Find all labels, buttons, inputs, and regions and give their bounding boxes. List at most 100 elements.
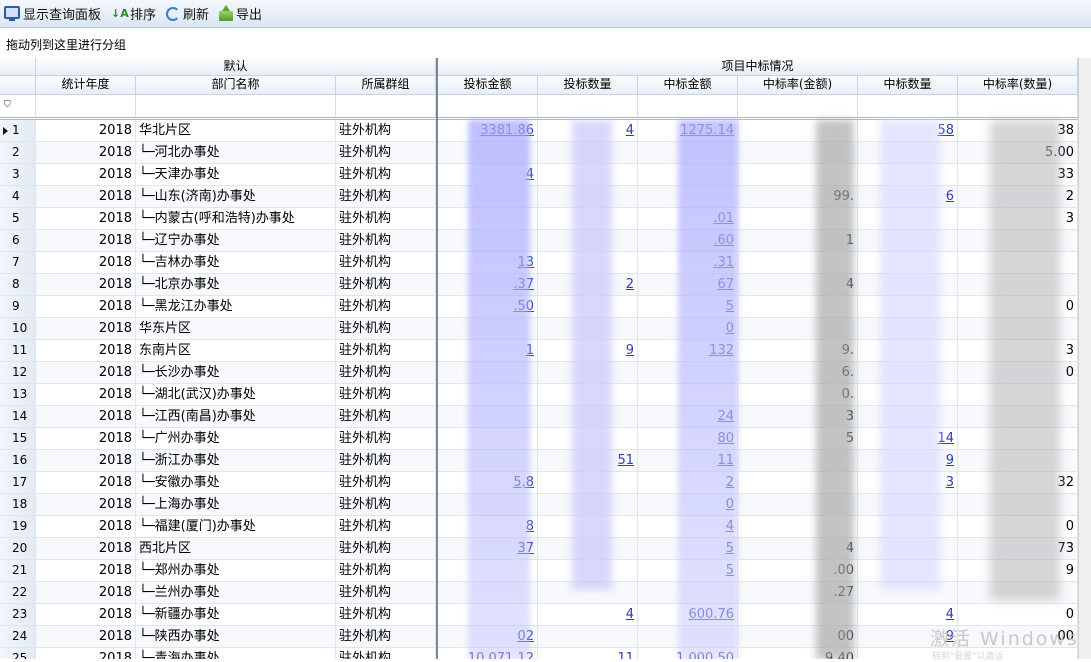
- cell-col-bid-amount[interactable]: [438, 230, 538, 251]
- table-row[interactable]: 19 2018 └─福建(厦门)办事处 驻外机构 8 4 0: [0, 516, 1078, 538]
- cell-col-bid-count[interactable]: 4: [538, 604, 638, 625]
- cell-col-bid-count[interactable]: [538, 208, 638, 229]
- row-number[interactable]: 1: [0, 120, 36, 141]
- cell-col-win-amount[interactable]: [638, 142, 738, 163]
- table-row[interactable]: 22 2018 └─兰州办事处 驻外机构 .27: [0, 582, 1078, 604]
- cell-col-win-amount[interactable]: [638, 164, 738, 185]
- row-number[interactable]: 25: [0, 648, 36, 659]
- cell-col-win-count[interactable]: [858, 538, 958, 559]
- cell-col-bid-amount[interactable]: 02: [438, 626, 538, 647]
- sort-button[interactable]: ↓A 排序: [107, 2, 162, 26]
- row-number[interactable]: 10: [0, 318, 36, 339]
- table-row[interactable]: 23 2018 └─新疆办事处 驻外机构 4 600.76 4 0: [0, 604, 1078, 626]
- cell-col-win-count[interactable]: 3: [858, 472, 958, 493]
- cell-col-win-amount[interactable]: .60: [638, 230, 738, 251]
- cell-col-win-amount[interactable]: 0: [638, 318, 738, 339]
- header-col-bid-count[interactable]: 投标数量: [538, 76, 638, 94]
- cell-col-bid-count[interactable]: 51: [538, 450, 638, 471]
- table-row[interactable]: 1 2018 华北片区 驻外机构 3381.86 4 1275.14 58 38: [0, 120, 1078, 142]
- table-row[interactable]: 12 2018 └─长沙办事处 驻外机构 6. 0: [0, 362, 1078, 384]
- cell-col-win-count[interactable]: [858, 164, 958, 185]
- cell-col-bid-count[interactable]: [538, 384, 638, 405]
- cell-col-win-count[interactable]: 4: [858, 604, 958, 625]
- filter-cell-col-dept[interactable]: [136, 95, 336, 117]
- cell-col-bid-count[interactable]: [538, 230, 638, 251]
- cell-col-bid-amount[interactable]: [438, 450, 538, 471]
- table-row[interactable]: 18 2018 └─上海办事处 驻外机构 0: [0, 494, 1078, 516]
- cell-col-win-amount[interactable]: 600.76: [638, 604, 738, 625]
- row-number[interactable]: 13: [0, 384, 36, 405]
- cell-col-bid-count[interactable]: 4: [538, 120, 638, 141]
- cell-col-bid-count[interactable]: [538, 428, 638, 449]
- cell-col-bid-count[interactable]: [538, 142, 638, 163]
- cell-col-bid-count[interactable]: [538, 516, 638, 537]
- header-col-win-rate-count[interactable]: 中标率(数量): [958, 76, 1078, 94]
- row-number[interactable]: 19: [0, 516, 36, 537]
- vertical-scrollbar[interactable]: [1078, 58, 1091, 659]
- row-number[interactable]: 11: [0, 340, 36, 361]
- cell-col-bid-amount[interactable]: 37: [438, 538, 538, 559]
- cell-col-win-count[interactable]: [858, 274, 958, 295]
- cell-col-win-amount[interactable]: 11: [638, 450, 738, 471]
- table-row[interactable]: 5 2018 └─内蒙古(呼和浩特)办事处 驻外机构 .01 3: [0, 208, 1078, 230]
- row-number[interactable]: 16: [0, 450, 36, 471]
- cell-col-win-count[interactable]: [858, 582, 958, 603]
- cell-col-bid-amount[interactable]: [438, 208, 538, 229]
- table-row[interactable]: 15 2018 └─广州办事处 驻外机构 80 5 14: [0, 428, 1078, 450]
- cell-col-bid-count[interactable]: [538, 296, 638, 317]
- cell-col-win-amount[interactable]: [638, 186, 738, 207]
- cell-col-bid-count[interactable]: [538, 560, 638, 581]
- cell-col-win-count[interactable]: [858, 362, 958, 383]
- cell-col-win-amount[interactable]: 67: [638, 274, 738, 295]
- row-number[interactable]: 14: [0, 406, 36, 427]
- cell-col-bid-count[interactable]: [538, 362, 638, 383]
- cell-col-bid-count[interactable]: 9: [538, 340, 638, 361]
- row-number[interactable]: 4: [0, 186, 36, 207]
- row-number[interactable]: 5: [0, 208, 36, 229]
- cell-col-bid-count[interactable]: [538, 494, 638, 515]
- cell-col-bid-amount[interactable]: 4: [438, 164, 538, 185]
- table-row[interactable]: 8 2018 └─北京办事处 驻外机构 .37 2 67 4: [0, 274, 1078, 296]
- cell-col-bid-count[interactable]: [538, 472, 638, 493]
- cell-col-win-count[interactable]: 9: [858, 450, 958, 471]
- cell-col-bid-amount[interactable]: [438, 406, 538, 427]
- table-row[interactable]: 3 2018 └─天津办事处 驻外机构 4 33: [0, 164, 1078, 186]
- header-col-win-amount[interactable]: 中标金额: [638, 76, 738, 94]
- filter-icon[interactable]: ⛉: [4, 101, 12, 110]
- filter-cell-col-win-rate-count[interactable]: [958, 95, 1078, 117]
- filter-cell-col-win-count[interactable]: [858, 95, 958, 117]
- cell-col-win-amount[interactable]: [638, 626, 738, 647]
- cell-col-win-amount[interactable]: 4: [638, 516, 738, 537]
- row-number[interactable]: 7: [0, 252, 36, 273]
- header-col-win-count[interactable]: 中标数量: [858, 76, 958, 94]
- cell-col-win-count[interactable]: 14: [858, 428, 958, 449]
- table-row[interactable]: 14 2018 └─江西(南昌)办事处 驻外机构 24 3: [0, 406, 1078, 428]
- table-row[interactable]: 25 2018 └─青海办事处 驻外机构 10,071.12 11 1,000.50 9.40: [0, 648, 1078, 659]
- cell-col-bid-amount[interactable]: [438, 494, 538, 515]
- cell-col-win-count[interactable]: [858, 384, 958, 405]
- cell-col-win-amount[interactable]: 5: [638, 296, 738, 317]
- table-row[interactable]: 4 2018 └─山东(济南)办事处 驻外机构 99. 6 2: [0, 186, 1078, 208]
- cell-col-bid-count[interactable]: 2: [538, 274, 638, 295]
- row-number[interactable]: 22: [0, 582, 36, 603]
- table-row[interactable]: 17 2018 └─安徽办事处 驻外机构 5,8 2 3 32: [0, 472, 1078, 494]
- group-by-area[interactable]: 拖动列到这里进行分组: [0, 28, 1091, 58]
- cell-col-bid-amount[interactable]: 13: [438, 252, 538, 273]
- cell-col-bid-amount[interactable]: 5,8: [438, 472, 538, 493]
- cell-col-bid-amount[interactable]: 10,071.12: [438, 648, 538, 659]
- cell-col-win-amount[interactable]: 5: [638, 538, 738, 559]
- row-number[interactable]: 8: [0, 274, 36, 295]
- table-row[interactable]: 13 2018 └─湖北(武汉)办事处 驻外机构 0.: [0, 384, 1078, 406]
- cell-col-win-count[interactable]: [858, 340, 958, 361]
- cell-col-win-count[interactable]: [858, 406, 958, 427]
- row-number[interactable]: 3: [0, 164, 36, 185]
- cell-col-bid-count[interactable]: [538, 318, 638, 339]
- cell-col-bid-amount[interactable]: .37: [438, 274, 538, 295]
- header-col-dept[interactable]: 部门名称: [136, 76, 336, 94]
- cell-col-bid-amount[interactable]: 8: [438, 516, 538, 537]
- header-col-win-rate-amount[interactable]: 中标率(金额): [738, 76, 858, 94]
- table-row[interactable]: 7 2018 └─吉林办事处 驻外机构 13 .31: [0, 252, 1078, 274]
- cell-col-bid-count[interactable]: [538, 164, 638, 185]
- cell-col-win-amount[interactable]: .01: [638, 208, 738, 229]
- cell-col-win-amount[interactable]: [638, 384, 738, 405]
